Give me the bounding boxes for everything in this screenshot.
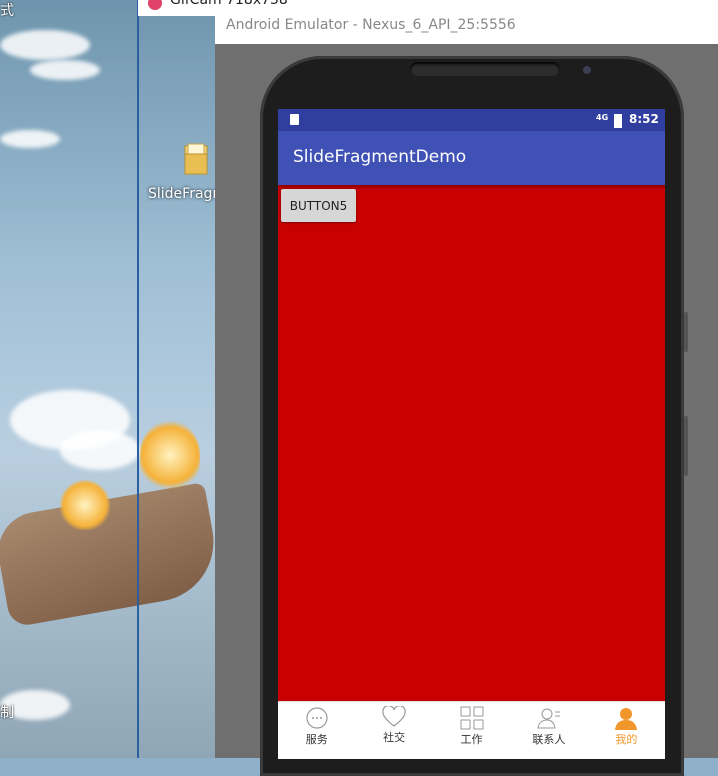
tab-contacts[interactable]: 联系人 [510, 702, 587, 759]
button5[interactable]: BUTTON5 [281, 189, 356, 222]
phone-frame: 4G 8:52 SlideFragmentDemo BUTTON5 服务 社交 … [260, 56, 684, 776]
flame-artwork [60, 480, 110, 530]
tab-social[interactable]: 社交 [355, 702, 432, 759]
emulator-titlebar[interactable]: Android Emulator - Nexus_6_API_25:5556 [215, 16, 718, 44]
phone-screen: 4G 8:52 SlideFragmentDemo BUTTON5 服务 社交 … [278, 109, 665, 759]
volume-button[interactable] [684, 312, 688, 352]
speaker-grille [410, 62, 560, 76]
status-bar: 4G 8:52 [278, 109, 665, 131]
bottom-tab-bar: 服务 社交 工作 联系人 我的 [278, 701, 665, 759]
cloud [0, 30, 90, 60]
arm-artwork [0, 482, 223, 628]
gifcam-logo-icon [148, 0, 162, 10]
emulator-window: Android Emulator - Nexus_6_API_25:5556 4… [215, 16, 718, 776]
front-camera [583, 66, 591, 74]
app-toolbar: SlideFragmentDemo [278, 131, 665, 185]
grid-icon [460, 706, 484, 730]
status-time: 8:52 [629, 112, 659, 126]
desktop-corner-text: 式 [0, 3, 14, 19]
tab-service[interactable]: 服务 [278, 702, 355, 759]
emulator-title: Android Emulator - Nexus_6_API_25:5556 [226, 17, 516, 33]
cloud [30, 60, 100, 80]
network-icon: 4G [596, 113, 609, 122]
window-border [137, 0, 139, 758]
desktop-corner-text-2: 制 [0, 705, 14, 721]
cloud [60, 430, 140, 470]
folder-label[interactable]: SlideFragmentDemo [148, 185, 291, 204]
flame-artwork [140, 420, 200, 490]
tab-mine[interactable]: 我的 [588, 702, 665, 759]
battery-icon [614, 114, 622, 128]
contacts-icon [537, 708, 560, 729]
person-icon [615, 708, 638, 730]
chat-bubble-icon [306, 707, 328, 729]
gifcam-title: GifCam 718x758 [170, 0, 288, 8]
tab-mine-label: 我的 [615, 733, 638, 746]
app-title: SlideFragmentDemo [293, 147, 467, 167]
folder-icon[interactable] [183, 142, 209, 176]
cloud [0, 130, 60, 148]
tab-social-label: 社交 [383, 731, 406, 744]
heart-icon [382, 706, 406, 727]
tab-contacts-label: 联系人 [532, 733, 566, 746]
tab-work-label: 工作 [460, 733, 483, 746]
gifcam-titlebar: GifCam 718x758 [138, 0, 718, 16]
tab-work[interactable]: 工作 [433, 702, 510, 759]
power-button[interactable] [684, 416, 688, 476]
tab-service-label: 服务 [305, 733, 328, 746]
sd-card-icon [290, 114, 299, 125]
